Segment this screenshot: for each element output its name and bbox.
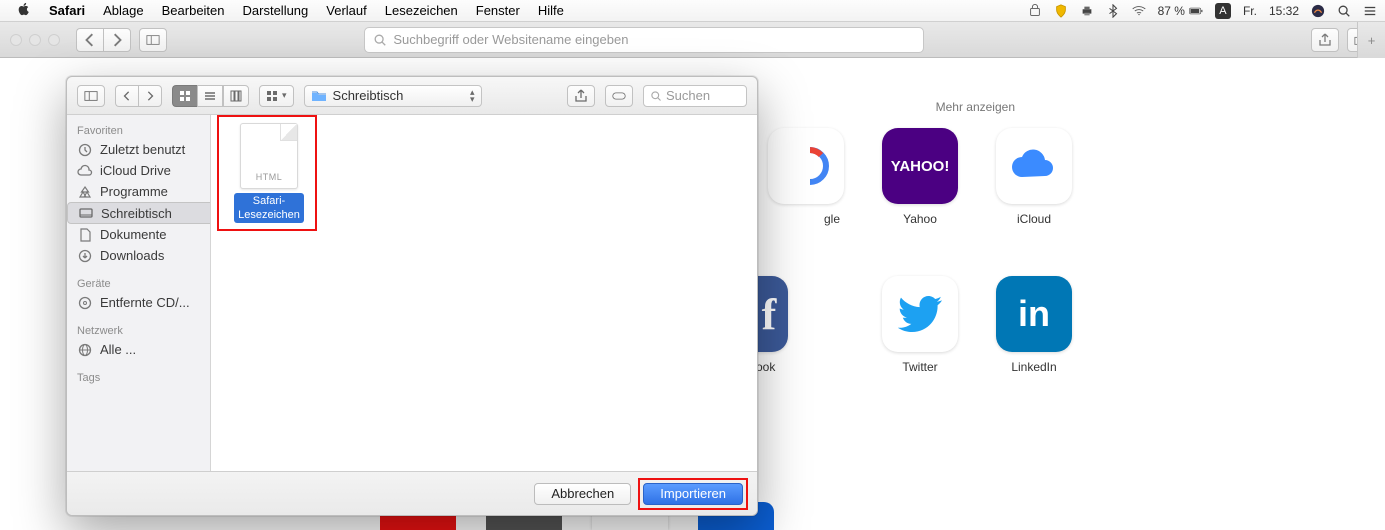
chevron-updown-icon: ▴▾ — [470, 89, 475, 103]
sidebar-toggle-sheet[interactable] — [77, 85, 105, 107]
fav-twitter[interactable]: Twitter — [864, 276, 976, 406]
battery-pct: 87 % — [1158, 4, 1185, 18]
search-icon — [650, 90, 662, 102]
sidebar-item-downloads[interactable]: Downloads — [67, 245, 210, 266]
group-dropdown[interactable]: ▾ — [259, 85, 294, 107]
sidebar-toggle[interactable] — [139, 28, 167, 52]
address-bar[interactable]: Suchbegriff oder Websitename eingeben — [364, 27, 924, 53]
menu-verlauf[interactable]: Verlauf — [317, 3, 375, 18]
app-name[interactable]: Safari — [40, 3, 94, 18]
sidebar-item-dokumente[interactable]: Dokumente — [67, 224, 210, 245]
sidebar-item-zuletzt[interactable]: Zuletzt benutzt — [67, 139, 210, 160]
icon-view[interactable] — [172, 85, 197, 107]
list-view[interactable] — [197, 85, 223, 107]
back-button[interactable] — [76, 28, 103, 52]
show-more-link[interactable]: Mehr anzeigen — [936, 100, 1015, 114]
share-button[interactable] — [1311, 28, 1339, 52]
fav-yahoo[interactable]: YAHOO! Yahoo — [864, 128, 976, 258]
sidebar-header-favoriten: Favoriten — [67, 121, 210, 139]
sidebar-item-alle[interactable]: Alle ... — [67, 339, 210, 360]
path-label: Schreibtisch — [333, 88, 404, 103]
notification-center-icon[interactable] — [1363, 4, 1377, 18]
sidebar-header-netzwerk: Netzwerk — [67, 321, 210, 339]
wifi-icon[interactable] — [1132, 4, 1146, 18]
menu-ablage[interactable]: Ablage — [94, 3, 152, 18]
sidebar-header-tags: Tags — [67, 368, 210, 386]
view-switcher — [172, 85, 249, 107]
history-nav — [115, 85, 162, 107]
apple-icon — [17, 2, 31, 16]
new-tab-button[interactable]: + — [1357, 22, 1385, 58]
menu-bearbeiten[interactable]: Bearbeiten — [153, 3, 234, 18]
siri-icon[interactable] — [1311, 4, 1325, 18]
share-sheet-button[interactable] — [567, 85, 595, 107]
column-view[interactable] — [223, 85, 249, 107]
sidebar-item-remote-disc[interactable]: Entfernte CD/... — [67, 292, 210, 313]
apple-menu[interactable] — [8, 2, 40, 19]
twitter-icon — [898, 296, 942, 332]
nav-back-forward — [76, 28, 131, 52]
fav-google-partial[interactable]: gle — [750, 128, 862, 258]
sidebar-header-geraete: Geräte — [67, 274, 210, 292]
shield-icon[interactable] — [1054, 4, 1068, 18]
bluetooth-icon[interactable] — [1106, 4, 1120, 18]
fav-linkedin[interactable]: in LinkedIn — [978, 276, 1090, 406]
search-icon — [373, 33, 387, 47]
fav-facebook-partial[interactable]: f ook — [750, 276, 862, 406]
menu-hilfe[interactable]: Hilfe — [529, 3, 573, 18]
fav-icloud[interactable]: iCloud — [978, 128, 1090, 258]
clock-day[interactable]: Fr. — [1243, 4, 1257, 18]
address-placeholder: Suchbegriff oder Websitename eingeben — [393, 32, 628, 47]
security-icon[interactable] — [1028, 4, 1042, 18]
folder-icon — [311, 90, 327, 102]
cancel-button[interactable]: Abbrechen — [534, 483, 631, 505]
clock-time[interactable]: 15:32 — [1269, 4, 1299, 18]
file-dialog-toolbar: ▾ Schreibtisch ▴▾ Suchen — [67, 77, 757, 115]
back-button-sheet[interactable] — [115, 85, 138, 107]
highlight-file — [217, 115, 317, 231]
input-source[interactable]: A — [1215, 3, 1231, 19]
tags-button[interactable] — [605, 85, 633, 107]
spotlight-icon[interactable] — [1337, 4, 1351, 18]
file-dialog-footer: Abbrechen Importieren — [67, 471, 757, 515]
file-dialog: ▾ Schreibtisch ▴▾ Suchen Favoriten Zulet… — [66, 76, 758, 516]
menubar: Safari Ablage Bearbeiten Darstellung Ver… — [0, 0, 1385, 22]
favorites-grid: gle YAHOO! Yahoo iCloud f ook Twitter in… — [750, 128, 1090, 406]
menu-fenster[interactable]: Fenster — [467, 3, 529, 18]
battery-status[interactable]: 87 % — [1158, 4, 1203, 18]
sidebar-item-schreibtisch[interactable]: Schreibtisch — [67, 202, 211, 224]
search-field[interactable]: Suchen — [643, 85, 747, 107]
printer-icon[interactable] — [1080, 4, 1094, 18]
forward-button-sheet[interactable] — [138, 85, 162, 107]
browser-toolbar: Suchbegriff oder Websitename eingeben — [0, 22, 1385, 58]
browser-content: Mehr anzeigen gle YAHOO! Yahoo iCloud f … — [0, 58, 1385, 530]
sidebar-item-programme[interactable]: Programme — [67, 181, 210, 202]
menu-lesezeichen[interactable]: Lesezeichen — [376, 3, 467, 18]
sidebar-item-icloud[interactable]: iCloud Drive — [67, 160, 210, 181]
forward-button[interactable] — [103, 28, 131, 52]
path-selector[interactable]: Schreibtisch ▴▾ — [304, 85, 482, 107]
file-sidebar: Favoriten Zuletzt benutzt iCloud Drive P… — [67, 115, 211, 471]
menu-darstellung[interactable]: Darstellung — [234, 3, 318, 18]
cloud-icon — [1009, 149, 1059, 183]
highlight-import — [638, 478, 748, 510]
window-controls[interactable] — [10, 34, 60, 46]
file-area[interactable]: HTML Safari- Lesezeichen — [211, 115, 757, 471]
